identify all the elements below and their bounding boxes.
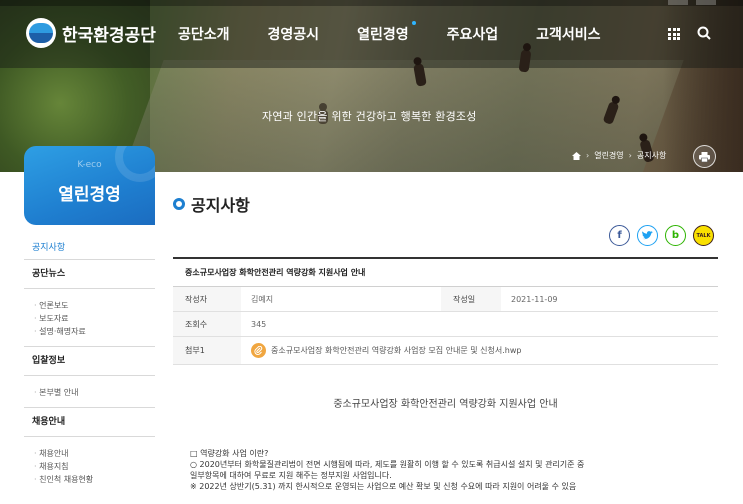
content-line: □ 역량강화 사업 이란? [190, 449, 269, 458]
sidebar-menu: 공지사항 공단뉴스 언론보도 보도자료 설명·해명자료 입찰정보 본부별 안내 … [24, 236, 155, 494]
share-kakaotalk-button[interactable]: TALK [693, 225, 714, 246]
attachment-filename: 중소규모사업장 화학안전관리 역량강화 사업장 모집 안내문 및 신청서.hwp [271, 346, 522, 355]
nav-item-open-management[interactable]: 열린경영 [357, 21, 416, 44]
sidebar-subitem[interactable]: 본부별 안내 [24, 386, 155, 399]
date-label: 작성일 [441, 287, 501, 311]
all-menu-grid-icon[interactable] [668, 28, 680, 40]
post-content: □ 역량강화 사업 이란? ○ 2020년부터 화학물질관리법이 전면 시행됨에… [190, 448, 715, 492]
sidebar-item-bid[interactable]: 입찰정보 [24, 347, 155, 376]
sidebar-subitem[interactable]: 친인척 채용현황 [24, 473, 155, 486]
author-value: 김예지 [251, 294, 274, 304]
twitter-icon [642, 231, 653, 240]
breadcrumb-item-current[interactable]: 공지사항 [637, 150, 666, 161]
post-attachment-row: 첨부1 중소규모사업장 화학안전관리 역량강화 사업장 모집 안내문 및 신청서… [173, 337, 718, 365]
content-heading: 중소규모사업장 화학안전관리 역량강화 지원사업 안내 [333, 399, 558, 410]
sidebar-subitem[interactable]: 채용지침 [24, 460, 155, 473]
sidebar-item-notice[interactable]: 공지사항 [24, 236, 155, 260]
attachment-clip-icon [251, 343, 266, 358]
facebook-icon: f [617, 230, 622, 241]
content-line: 일부항목에 대하여 무료로 지원 해주는 정부지원 사업입니다. [190, 471, 392, 480]
utility-button[interactable] [696, 0, 716, 5]
share-twitter-button[interactable]: t [637, 225, 658, 246]
page-title: 공지사항 [173, 192, 250, 216]
views-value: 345 [251, 319, 267, 329]
kakaotalk-icon: TALK [696, 232, 711, 239]
nav-item-label: 열린경영 [357, 27, 409, 43]
sidebar-subgroup: 본부별 안내 [24, 376, 155, 408]
sidebar-item-news[interactable]: 공단뉴스 [24, 260, 155, 289]
author-label: 작성자 [173, 287, 241, 311]
nav-item-customer[interactable]: 고객서비스 [536, 24, 600, 44]
sidebar-subgroup: 언론보도 보도자료 설명·해명자료 [24, 289, 155, 347]
sidebar-subgroup: 채용안내 채용지침 친인척 채용현황 [24, 437, 155, 494]
nav-item-disclosure[interactable]: 경영공시 [268, 24, 320, 44]
date-value: 2021-11-09 [511, 294, 558, 304]
post-title: 중소규모사업장 화학안전관리 역량강화 지원사업 안내 [173, 259, 718, 287]
breadcrumb-separator: › [586, 151, 590, 160]
sidebar-item-recruit[interactable]: 채용안내 [24, 408, 155, 437]
sidebar-subitem[interactable]: 설명·해명자료 [24, 325, 155, 338]
content-line: ※ 2022년 상반기(5.31) 까지 한시적으로 운영되는 사업으로 예산 … [190, 482, 577, 491]
sidebar-brand: K-eco [77, 160, 102, 170]
sidebar-title: 열린경영 [58, 185, 121, 205]
nav-item-about[interactable]: 공단소개 [178, 24, 230, 44]
sidebar-subitem[interactable]: 언론보도 [24, 299, 155, 312]
org-name: 한국환경공단 [62, 25, 156, 46]
content-line: ○ 2020년부터 화학물질관리법이 전면 시행됨에 따라, 제도를 원활히 이… [190, 460, 585, 469]
utility-button[interactable] [668, 0, 688, 5]
breadcrumb: › 열린경영 › 공지사항 [572, 150, 666, 161]
logo-icon [26, 18, 56, 48]
title-bullet-icon [173, 198, 185, 210]
breadcrumb-item[interactable]: 열린경영 [594, 150, 623, 161]
main-nav: 공단소개 경영공시 열린경영 주요사업 고객서비스 [178, 21, 639, 44]
views-label: 조회수 [173, 312, 241, 336]
home-icon[interactable] [572, 151, 581, 160]
hero-slogan: 자연과 인간을 위한 건강하고 행복한 환경조성 [262, 110, 477, 123]
post-meta-row: 작성자 김예지 작성일 2021-11-09 [173, 287, 718, 312]
sidebar-subitem[interactable]: 채용안내 [24, 447, 155, 460]
post-meta-row: 조회수 345 [173, 312, 718, 337]
site-logo[interactable]: 한국환경공단 [26, 18, 156, 48]
utility-bar [0, 0, 743, 6]
active-dot-icon [411, 21, 416, 25]
print-button[interactable] [693, 145, 716, 168]
blog-icon: b [671, 230, 680, 241]
share-facebook-button[interactable]: f [609, 225, 630, 246]
post-detail-table: 중소규모사업장 화학안전관리 역량강화 지원사업 안내 작성자 김예지 작성일 … [173, 257, 718, 365]
nav-item-business[interactable]: 주요사업 [447, 24, 499, 44]
sidebar-subitem[interactable]: 보도자료 [24, 312, 155, 325]
attachment-label: 첨부1 [173, 337, 241, 364]
search-icon[interactable] [697, 26, 711, 40]
page-title-text: 공지사항 [191, 196, 250, 215]
share-blog-button[interactable]: b [665, 225, 686, 246]
breadcrumb-separator: › [628, 151, 632, 160]
attachment-link[interactable]: 중소규모사업장 화학안전관리 역량강화 사업장 모집 안내문 및 신청서.hwp [241, 343, 521, 358]
sidebar-title-box: K-eco 열린경영 [24, 146, 155, 225]
print-icon [699, 151, 710, 162]
